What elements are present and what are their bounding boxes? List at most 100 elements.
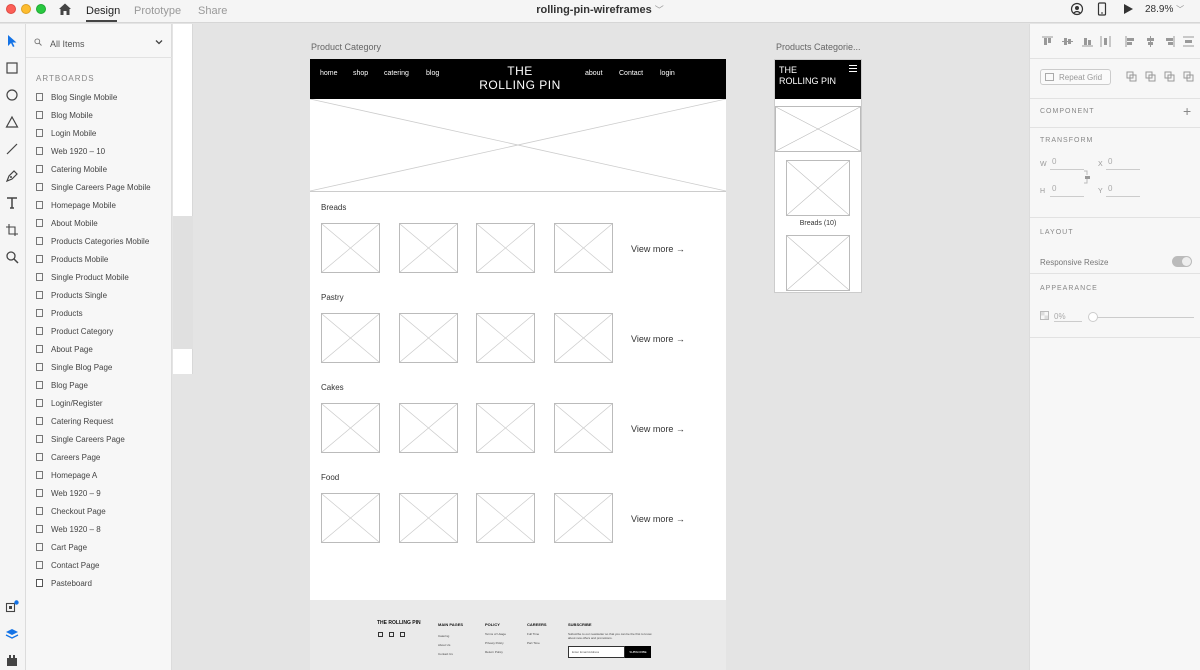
boolean-subtract-icon[interactable]	[1145, 71, 1156, 82]
footer-col-main-pages-title: MAIN PAGES	[438, 622, 464, 627]
layer-item[interactable]: Web 1920 – 9	[36, 485, 172, 501]
device-preview-icon[interactable]	[1095, 2, 1109, 16]
layer-item[interactable]: Products Categories Mobile	[36, 233, 172, 249]
layer-item[interactable]: Web 1920 – 10	[36, 143, 172, 159]
chevron-down-icon[interactable]	[154, 37, 164, 47]
add-component-icon[interactable]: +	[1183, 103, 1191, 119]
layers-panel-icon[interactable]	[5, 627, 19, 641]
layer-item[interactable]: Careers Page	[36, 449, 172, 465]
layer-item[interactable]: Products Single	[36, 287, 172, 303]
pen-tool-icon[interactable]	[5, 169, 19, 183]
select-tool-icon[interactable]	[5, 34, 19, 48]
appearance-heading: APPEARANCE	[1040, 285, 1098, 292]
align-bottom-icon[interactable]	[1082, 36, 1093, 47]
layer-item[interactable]: Blog Mobile	[36, 107, 172, 123]
artboard-label-products-categories-mobile[interactable]: Products Categorie...	[776, 42, 861, 52]
layer-item[interactable]: Web 1920 – 8	[36, 521, 172, 537]
user-feedback-icon[interactable]	[1070, 2, 1084, 16]
layer-item[interactable]: Single Careers Page Mobile	[36, 179, 172, 195]
layer-item[interactable]: Single Blog Page	[36, 359, 172, 375]
ellipse-tool-icon[interactable]	[5, 88, 19, 102]
site-logo: THE ROLLING PIN	[465, 64, 575, 92]
assets-panel-icon[interactable]	[5, 600, 19, 614]
nav-link-blog: blog	[426, 70, 440, 77]
boolean-exclude-icon[interactable]	[1183, 71, 1194, 82]
layer-item[interactable]: Products Mobile	[36, 251, 172, 267]
align-left-icon[interactable]	[1125, 36, 1136, 47]
layer-item[interactable]: Pasteboard	[36, 575, 172, 591]
x-label: X	[1098, 161, 1103, 168]
boolean-intersect-icon[interactable]	[1164, 71, 1175, 82]
text-tool-icon[interactable]	[5, 196, 19, 210]
mobile-image-placeholder	[786, 235, 850, 291]
layers-panel: All Items ARTBOARDS Blog Single Mobile Bl…	[26, 24, 172, 670]
layer-item[interactable]: Login/Register	[36, 395, 172, 411]
lock-aspect-icon[interactable]	[1083, 170, 1091, 184]
design-canvas[interactable]: Product Category home shop catering blog…	[173, 24, 1029, 670]
category-title: Pastry	[321, 293, 344, 302]
play-preview-icon[interactable]	[1121, 2, 1135, 16]
layer-item[interactable]: About Mobile	[36, 215, 172, 231]
distribute-vertical-icon[interactable]	[1100, 36, 1111, 47]
width-field[interactable]: 0	[1050, 156, 1084, 170]
layer-item[interactable]: Contact Page	[36, 557, 172, 573]
offscreen-artboard[interactable]	[173, 24, 193, 374]
responsive-resize-toggle[interactable]	[1172, 256, 1192, 267]
chevron-down-icon: ﹀	[654, 5, 664, 15]
layer-item[interactable]: Blog Single Mobile	[36, 89, 172, 105]
align-top-icon[interactable]	[1042, 36, 1053, 47]
opacity-slider-track[interactable]	[1092, 317, 1194, 318]
align-right-icon[interactable]	[1164, 36, 1175, 47]
layer-item-label: About Mobile	[51, 218, 98, 228]
align-center-icon[interactable]	[1145, 36, 1156, 47]
y-field[interactable]: 0	[1106, 183, 1140, 197]
artboard-icon	[36, 561, 43, 569]
layer-item-label: Web 1920 – 8	[51, 524, 101, 534]
opacity-field[interactable]: 0%	[1054, 312, 1082, 322]
polygon-tool-icon[interactable]	[5, 115, 19, 129]
artboard-icon	[36, 129, 43, 137]
layer-item[interactable]: Catering Mobile	[36, 161, 172, 177]
line-tool-icon[interactable]	[5, 142, 19, 156]
boolean-add-icon[interactable]	[1126, 71, 1137, 82]
distribute-horizontal-icon[interactable]	[1183, 36, 1194, 47]
layer-item-label: Single Blog Page	[51, 362, 113, 372]
x-field[interactable]: 0	[1106, 156, 1140, 170]
layer-item[interactable]: Products	[36, 305, 172, 321]
title-bar: Design Prototype Share rolling-pin-wiref…	[0, 0, 1200, 23]
layer-item[interactable]: Single Product Mobile	[36, 269, 172, 285]
product-image-placeholder	[399, 223, 458, 273]
artboard-products-categories-mobile[interactable]: THE ROLLING PIN Breads (10)	[774, 59, 862, 293]
artboard-product-category[interactable]: home shop catering blog THE ROLLING PIN …	[310, 59, 726, 670]
layer-item[interactable]: About Page	[36, 341, 172, 357]
hero-image-placeholder	[310, 99, 726, 192]
nav-link-login: login	[660, 70, 675, 77]
layers-filter[interactable]: All Items	[26, 24, 172, 58]
layer-item[interactable]: Product Category	[36, 323, 172, 339]
footer-link: Catering	[438, 634, 450, 638]
chevron-down-icon: ﹀	[1176, 5, 1185, 14]
rectangle-tool-icon[interactable]	[5, 61, 19, 75]
layout-heading: LAYOUT	[1040, 229, 1074, 236]
category-title: Cakes	[321, 383, 344, 392]
plugins-panel-icon[interactable]	[5, 653, 19, 667]
zoom-tool-icon[interactable]	[5, 250, 19, 264]
opacity-slider-handle[interactable]	[1088, 312, 1098, 322]
layer-item[interactable]: Catering Request	[36, 413, 172, 429]
layer-item-label: About Page	[51, 344, 93, 354]
layer-item[interactable]: Login Mobile	[36, 125, 172, 141]
artboard-label-product-category[interactable]: Product Category	[311, 42, 381, 52]
height-field[interactable]: 0	[1050, 183, 1084, 197]
document-title[interactable]: rolling-pin-wireframes ﹀	[0, 3, 1200, 16]
layer-item[interactable]: Single Careers Page	[36, 431, 172, 447]
zoom-level[interactable]: 28.9% ﹀	[1145, 4, 1184, 15]
layer-item[interactable]: Homepage A	[36, 467, 172, 483]
layer-item[interactable]: Homepage Mobile	[36, 197, 172, 213]
artboard-icon	[36, 309, 43, 317]
repeat-grid-button[interactable]: Repeat Grid	[1040, 69, 1111, 85]
artboard-tool-icon[interactable]	[5, 223, 19, 237]
layer-item[interactable]: Checkout Page	[36, 503, 172, 519]
align-middle-icon[interactable]	[1062, 36, 1073, 47]
layer-item[interactable]: Blog Page	[36, 377, 172, 393]
layer-item[interactable]: Cart Page	[36, 539, 172, 555]
